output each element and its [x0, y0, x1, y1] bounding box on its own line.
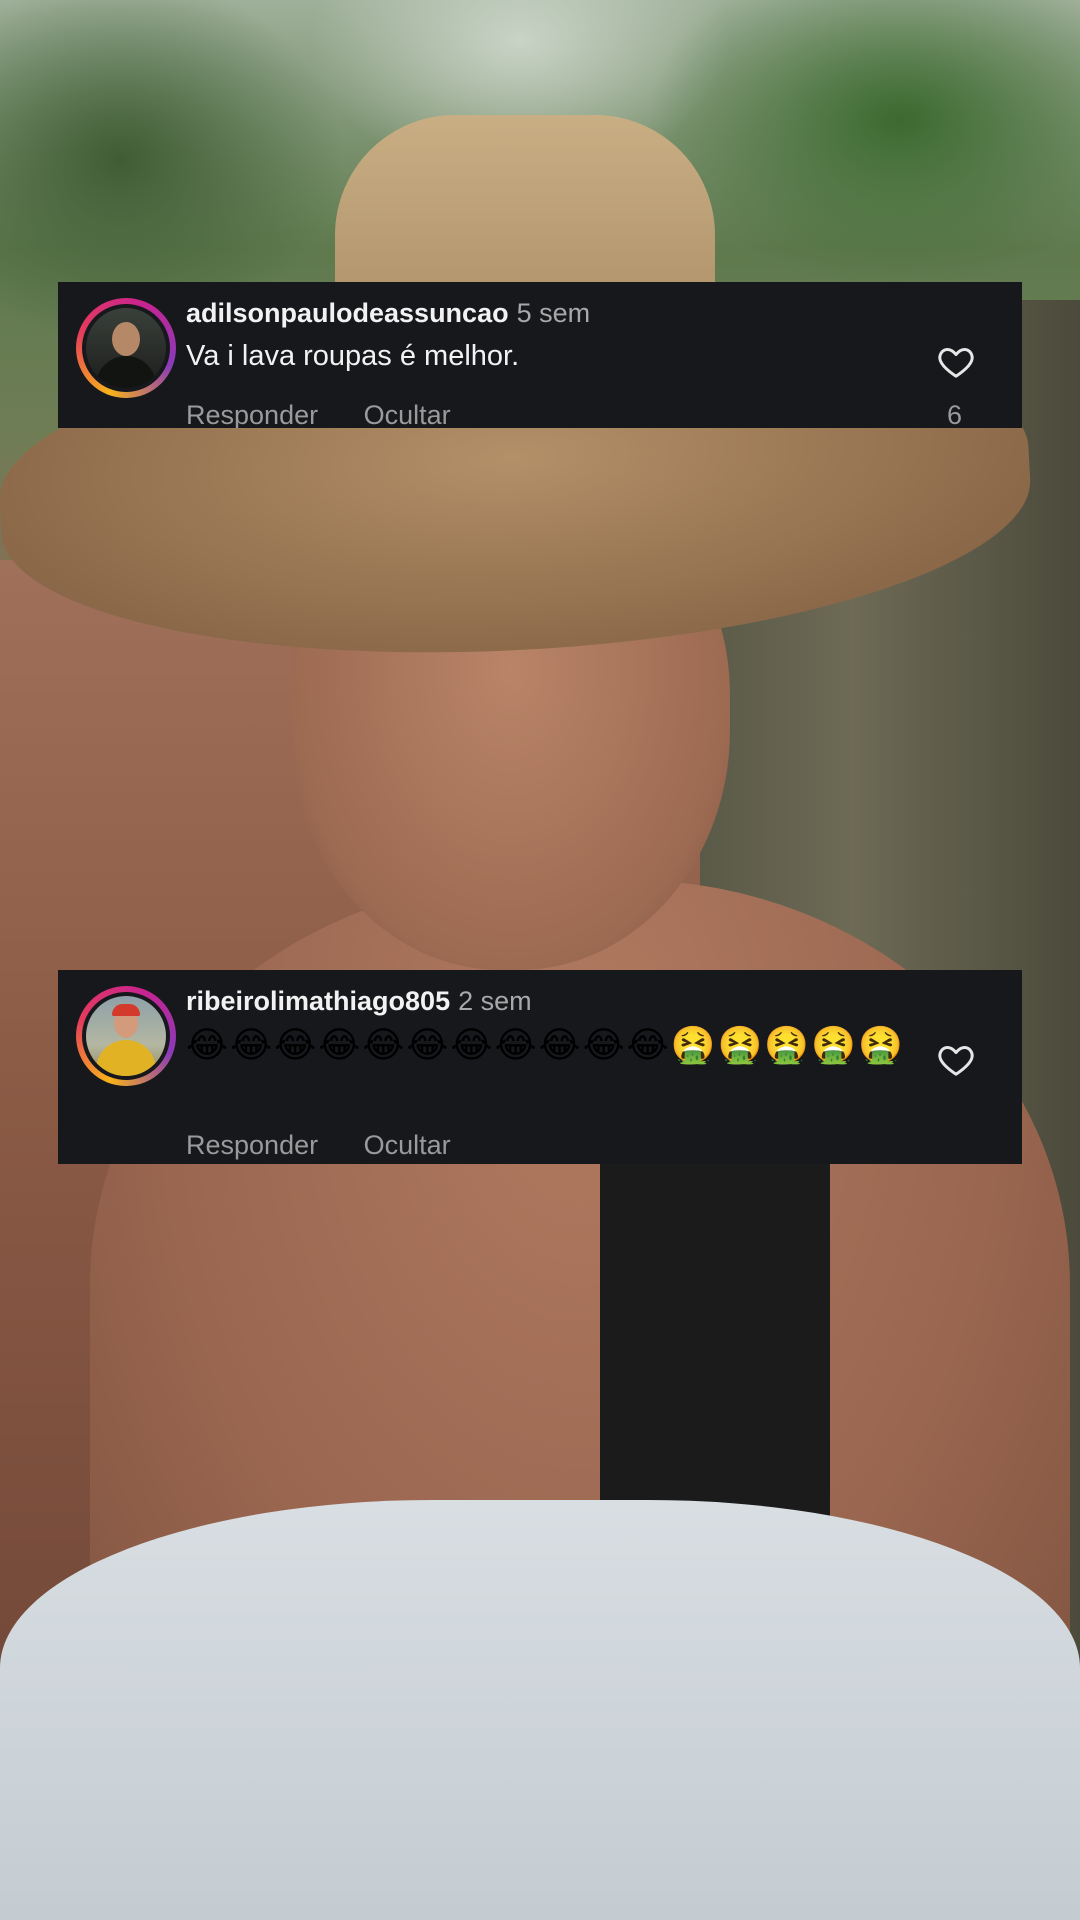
comment-timestamp: 2 sem	[458, 986, 532, 1016]
reply-button[interactable]: Responder	[186, 1130, 318, 1160]
avatar[interactable]	[76, 986, 176, 1086]
comment-actions: Responder Ocultar	[186, 400, 489, 428]
heart-outline-icon[interactable]	[936, 1040, 976, 1080]
comment-card: ribeirolimathiago805 2 sem 😂😂😂😂😂😂😂😂😂😂😂🤮🤮🤮…	[58, 970, 1022, 1164]
comment-card: adilsonpaulodeassuncao 5 sem Va i lava ro…	[58, 282, 1022, 428]
hide-button[interactable]: Ocultar	[364, 1130, 451, 1160]
avatar[interactable]	[76, 298, 176, 398]
comment-body: ribeirolimathiago805 2 sem 😂😂😂😂😂😂😂😂😂😂😂🤮🤮🤮…	[186, 984, 942, 1066]
like-count: 6	[946, 400, 962, 428]
reply-button[interactable]: Responder	[186, 400, 318, 428]
comment-username[interactable]: ribeirolimathiago805	[186, 986, 450, 1016]
light-jeans	[0, 1500, 1080, 1920]
comment-timestamp: 5 sem	[516, 298, 591, 328]
comment-text: 😂😂😂😂😂😂😂😂😂😂😂🤮🤮🤮🤮🤮	[186, 1024, 905, 1065]
hide-button[interactable]: Ocultar	[364, 400, 451, 428]
comment-username[interactable]: adilsonpaulodeassuncao	[186, 298, 509, 328]
heart-outline-icon[interactable]	[936, 342, 976, 382]
comment-text: Va i lava roupas é melhor.	[186, 340, 520, 372]
profile-photo	[86, 996, 166, 1076]
profile-photo	[86, 308, 166, 388]
comment-body: adilsonpaulodeassuncao 5 sem Va i lava ro…	[186, 296, 942, 376]
comment-actions: Responder Ocultar	[186, 1130, 489, 1161]
